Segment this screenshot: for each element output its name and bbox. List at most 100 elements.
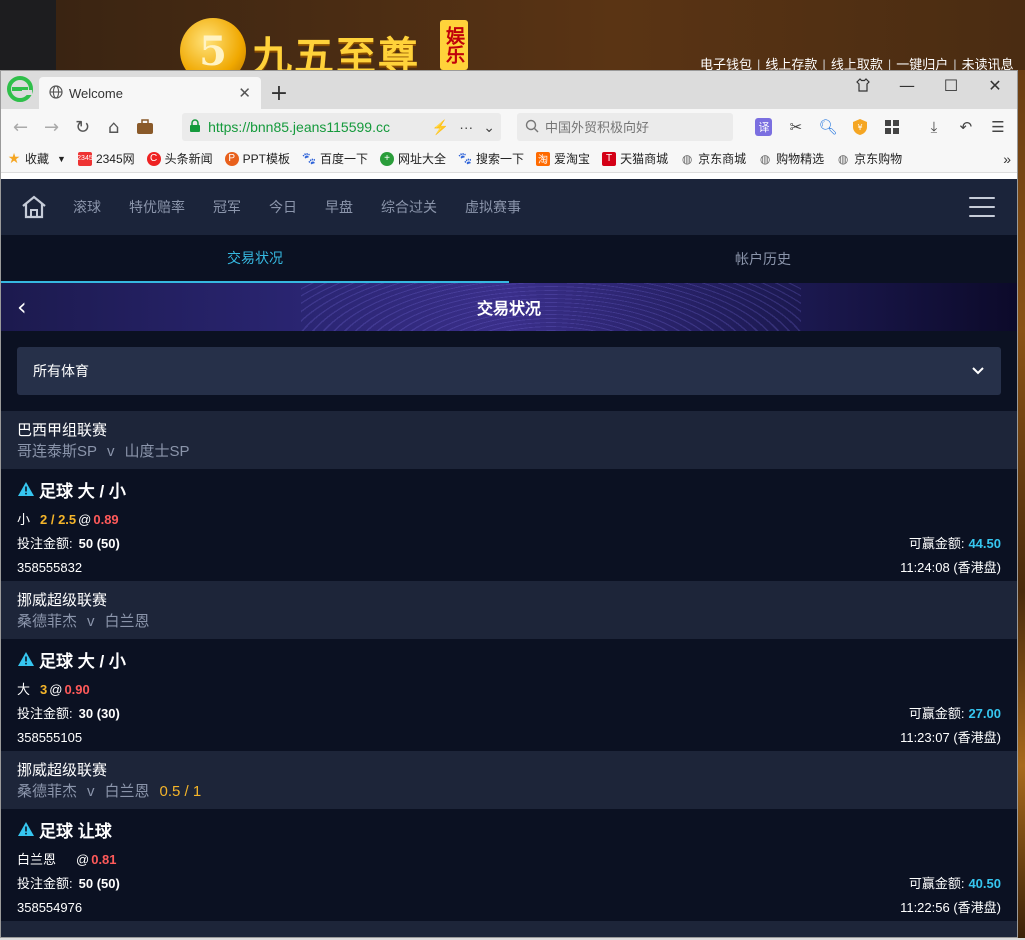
dropdown-arrow-icon[interactable]: ▼ [57,154,66,164]
tab-account-history[interactable]: 帐户历史 [509,235,1017,283]
toolbar-icons: 译 ✂ 🔍︎ ¥ ⤓ ↶ ☰ [751,114,1011,140]
lightning-icon[interactable]: ⚡ [432,119,449,136]
bet-card: 巴西甲组联赛 哥连泰斯SP v 山度士SP 足球 大 / 小 小 2 / 2.5 @… [1,411,1017,581]
address-toolbar: ← → ↻ ⌂ https://bnn85.jeans115599.cc ⚡ ·… [1,109,1017,145]
browser-tab[interactable]: Welcome ✕ [39,77,261,109]
bookmark-label: 搜索一下 [476,152,525,166]
new-tab-button[interactable]: + [261,77,297,109]
2345-icon: 2345 [77,151,93,166]
download-icon[interactable]: ⤓ [921,114,947,140]
scissors-icon[interactable]: ✂ [783,114,809,140]
bookmark-ppt[interactable]: P PPT模板 [224,150,290,167]
bookmark-baidu[interactable]: 🐾︎ 百度一下 [300,150,368,167]
bookmark-label: PPT模板 [242,152,290,166]
bookmark-jd[interactable]: ◍ 京东商城 [680,150,746,167]
odds: 0.89 [93,512,119,527]
minimize-button[interactable]: — [885,71,929,99]
bet-type-title: 足球 大 / 小 [17,649,1001,671]
close-window-button[interactable]: ✕ [973,71,1017,99]
league-name: 挪威超级联赛 [17,592,108,609]
league-name: 巴西甲组联赛 [17,422,108,439]
search-bar[interactable] [516,113,733,141]
page-title: 交易状况 [476,301,541,318]
stake-row: 投注金额: 50 (50) 可赢金额: 44.50 [17,532,1001,556]
bookmark-label: 京东购物 [854,152,903,166]
magnifier-icon[interactable]: 🔍︎ [815,114,841,140]
bet-header: 挪威超级联赛 桑德菲杰 v 白兰恩 0.5 / 1 [1,751,1017,809]
skin-icon[interactable] [841,71,885,99]
chevron-down-icon [971,363,985,379]
site-logo-numeral: 5 [199,27,227,75]
tab-close-icon[interactable]: ✕ [238,84,251,102]
nav-item-inplay[interactable]: 滚球 [73,197,101,217]
match-teams: 桑德菲杰 v 白兰恩 0.5 / 1 [17,781,1001,803]
more-icon[interactable]: ··· [459,119,473,135]
match-teams: 桑德菲杰 v 白兰恩 [17,611,1001,633]
home-icon[interactable] [19,192,49,222]
nav-item-early[interactable]: 早盘 [325,197,353,217]
bookmark-label: 爱淘宝 [554,152,591,166]
stake-label: 投注金额: [17,706,73,721]
bookmarks-bar: ★ 收藏 ▼ 2345 2345网 C 头条新闻 P PPT模板 🐾︎ 百度一下 + 网址大全… [1,145,1017,173]
url-dropdown-icon[interactable]: ⌄ [483,119,495,136]
bet-card: 挪威超级联赛 桑德菲杰 v 白兰恩 足球 大 / 小 大 3 @ 0.90 投注金额… [1,581,1017,751]
bet-line: 2 / 2.5 [40,512,77,527]
ppt-icon: P [224,151,239,166]
hamburger-menu-icon[interactable] [969,197,995,217]
bet-time: 11:23:07 (香港盘) [900,730,1001,745]
ticket-row: 358555832 11:24:08 (香港盘) [17,556,1001,580]
bet-type: 足球 让球 [39,821,112,841]
browser-titlebar: Welcome ✕ + — ☐ ✕ [1,71,1017,109]
page-banner: ‹ 交易状况 [1,283,1017,331]
nav-item-outright[interactable]: 冠军 [213,197,241,217]
bookmarks-more-icon[interactable]: » [1003,151,1011,167]
translate-icon[interactable]: 译 [751,114,777,140]
maximize-button[interactable]: ☐ [929,71,973,99]
bookmark-toutiao[interactable]: C 头条新闻 [146,150,213,167]
reload-button[interactable]: ↻ [69,113,96,141]
tab-transaction-status[interactable]: 交易状况 [1,235,509,283]
forward-button[interactable]: → [38,113,65,141]
browser-logo-icon[interactable] [5,74,35,104]
shield-icon[interactable]: ¥ [847,114,873,140]
bookmark-aitaobao[interactable]: 淘爱淘宝 [536,150,590,167]
menu-icon[interactable]: ☰ [985,114,1011,140]
undo-icon[interactable]: ↶ [953,114,979,140]
taobao-icon: 淘 [536,151,551,166]
nav-item-virtual[interactable]: 虚拟赛事 [465,197,521,217]
selection: 小 [17,512,31,527]
top-navigation: 滚球 特优赔率 冠军 今日 早盘 综合过关 虚拟赛事 [1,179,1017,235]
search-input[interactable] [544,119,725,135]
bookmark-hao123[interactable]: + 网址大全 [380,150,446,167]
stake-row: 投注金额: 50 (50) 可赢金额: 40.50 [17,872,1001,896]
nav-item-parlay[interactable]: 综合过关 [381,197,437,217]
back-button[interactable]: ← [7,113,34,141]
baidu-paw-icon: 🐾︎ [300,150,318,166]
wallet-extension-icon[interactable] [131,113,158,141]
nav-item-today[interactable]: 今日 [269,197,297,217]
apps-grid-icon[interactable] [879,114,905,140]
bookmark-tmall[interactable]: T 天猫商城 [602,150,668,167]
bookmark-shopping[interactable]: ◍ 购物精选 [758,150,824,167]
url-bar[interactable]: https://bnn85.jeans115599.cc ⚡ ··· ⌄ [182,113,501,141]
bookmark-search[interactable]: 🐾︎ 搜索一下 [457,150,525,167]
odds: 0.90 [64,682,90,697]
home-button[interactable]: ⌂ [100,113,127,141]
bet-line: 3 [40,682,48,697]
at-sign: @ [76,852,90,867]
bookmark-favorites[interactable]: ★ 收藏 ▼ [7,150,66,167]
back-chevron-icon[interactable]: ‹ [17,293,27,321]
url-text: https://bnn85.jeans115599.cc [208,119,390,135]
stake-amount: 30 (30) [78,706,120,721]
stake-row: 投注金额: 30 (30) 可赢金额: 27.00 [17,702,1001,726]
selection: 大 [17,682,31,697]
nav-item-best-odds[interactable]: 特优赔率 [129,197,185,217]
sport-filter-dropdown[interactable]: 所有体育 [17,347,1001,395]
ticket-id: 358554976 [17,900,83,915]
header-handicap: 0.5 / 1 [159,783,202,800]
selection: 白兰恩 [17,852,57,867]
bookmark-2345[interactable]: 2345 2345网 [77,150,135,167]
svg-text:¥: ¥ [857,123,862,132]
bookmark-jd-shopping[interactable]: ◍ 京东购物 [836,150,902,167]
bet-time: 11:22:56 (香港盘) [900,900,1001,915]
